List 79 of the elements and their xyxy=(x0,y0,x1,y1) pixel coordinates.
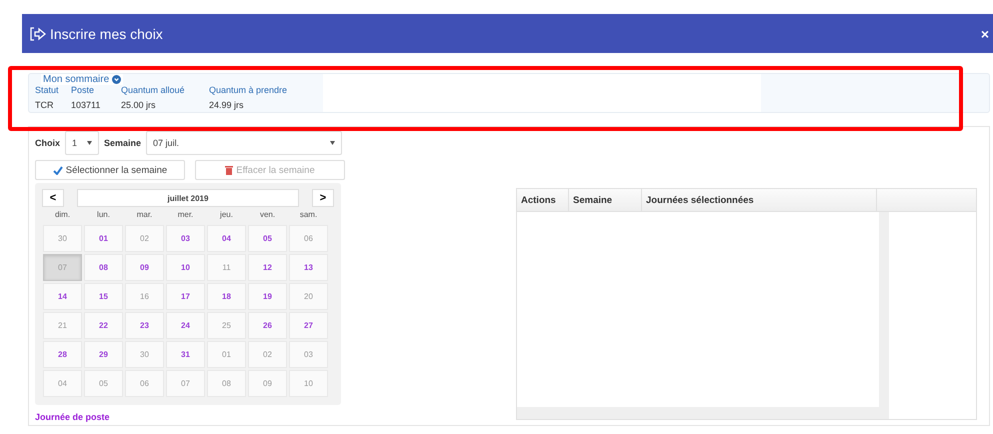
calendar-day[interactable]: 15 xyxy=(84,283,123,310)
calendar-day[interactable]: 28 xyxy=(43,341,82,368)
calendar-day[interactable]: 21 xyxy=(43,312,82,339)
weekday-label: mer. xyxy=(176,210,194,221)
calendar-day[interactable]: 31 xyxy=(166,341,205,368)
calendar-day[interactable]: 29 xyxy=(84,341,123,368)
summary-heading: Quantum à prendre xyxy=(209,85,288,97)
calendar-day[interactable]: 09 xyxy=(125,254,164,281)
calendar-day[interactable]: 13 xyxy=(289,254,328,281)
calendar-day[interactable]: 06 xyxy=(125,370,164,397)
vertical-scrollbar[interactable] xyxy=(879,212,889,419)
summary-value: 103711 xyxy=(71,100,102,112)
calendar-day[interactable]: 08 xyxy=(207,370,246,397)
month-button[interactable]: juillet 2019 xyxy=(77,189,299,207)
calendar-day[interactable]: 01 xyxy=(84,225,123,252)
summary-value: 24.99 jrs xyxy=(209,100,245,112)
calendar-day[interactable]: 27 xyxy=(289,312,328,339)
legend-label: Journée de poste xyxy=(35,412,111,422)
summary-value: 25.00 jrs xyxy=(121,100,157,112)
dialog-title: Inscrire mes choix xyxy=(50,26,164,42)
summary-title: Mon sommaire xyxy=(43,74,110,85)
calendar-day[interactable]: 07 xyxy=(166,370,205,397)
weekday-label: ven. xyxy=(258,210,276,221)
chevron-down-icon[interactable] xyxy=(112,75,122,84)
previous-month-button[interactable]: < xyxy=(42,189,64,207)
calendar-day[interactable]: 01 xyxy=(207,341,246,368)
calendar-day[interactable]: 18 xyxy=(207,283,246,310)
calendar-day[interactable]: 30 xyxy=(43,225,82,252)
calendar-day[interactable]: 04 xyxy=(207,225,246,252)
weekday-label: sam. xyxy=(298,210,318,221)
calendar-day[interactable]: 11 xyxy=(207,254,246,281)
calendar-day[interactable]: 06 xyxy=(289,225,328,252)
calendar-day[interactable]: 05 xyxy=(248,225,287,252)
weekday-label: mar. xyxy=(136,210,154,221)
calendar-day[interactable]: 16 xyxy=(125,283,164,310)
calendar-day[interactable]: 10 xyxy=(289,370,328,397)
select-week-button[interactable]: Sélectionner la semaine xyxy=(35,160,185,180)
weekday-label: jeu. xyxy=(218,210,234,221)
calendar-day[interactable]: 02 xyxy=(125,225,164,252)
calendar-day[interactable]: 02 xyxy=(248,341,287,368)
calendar-day[interactable]: 17 xyxy=(166,283,205,310)
calendar-day[interactable]: 20 xyxy=(289,283,328,310)
calendar-day[interactable]: 05 xyxy=(84,370,123,397)
column-header[interactable]: Semaine xyxy=(569,189,642,211)
calendar-day[interactable]: 25 xyxy=(207,312,246,339)
caret-icon xyxy=(330,141,336,145)
summary-heading: Statut xyxy=(35,85,60,97)
calendar-day[interactable]: 08 xyxy=(84,254,123,281)
week-select[interactable]: 07 juil. xyxy=(146,131,342,155)
sign-in-icon xyxy=(30,26,46,40)
trash-icon xyxy=(225,165,234,175)
week-label: Semaine xyxy=(104,138,142,148)
calendar-day[interactable]: 23 xyxy=(125,312,164,339)
calendar-day[interactable]: 09 xyxy=(248,370,287,397)
weekday-label: dim. xyxy=(54,210,72,221)
calendar-day[interactable]: 03 xyxy=(289,341,328,368)
summary-heading: Quantum alloué xyxy=(121,85,186,97)
summary-value: TCR xyxy=(35,100,54,112)
calendar-day[interactable]: 30 xyxy=(125,341,164,368)
horizontal-scrollbar[interactable] xyxy=(517,407,879,419)
calendar-day[interactable]: 26 xyxy=(248,312,287,339)
calendar-day[interactable]: 03 xyxy=(166,225,205,252)
calendar-day[interactable]: 14 xyxy=(43,283,82,310)
close-button[interactable]: × xyxy=(980,26,989,42)
column-header[interactable]: Actions xyxy=(517,189,569,211)
calendar-day[interactable]: 19 xyxy=(248,283,287,310)
choice-label: Choix xyxy=(35,138,60,148)
weekday-label: lun. xyxy=(96,210,111,221)
column-header[interactable]: Journées sélectionnées xyxy=(642,189,877,211)
caret-icon xyxy=(87,141,92,145)
calendar-day[interactable]: 12 xyxy=(248,254,287,281)
summary-heading: Poste xyxy=(71,85,96,97)
calendar-day[interactable]: 24 xyxy=(166,312,205,339)
calendar-day[interactable]: 10 xyxy=(166,254,205,281)
next-month-button[interactable]: > xyxy=(312,189,334,207)
calendar-day[interactable]: 22 xyxy=(84,312,123,339)
choice-select[interactable]: 1 xyxy=(65,131,100,155)
calendar-day[interactable]: 04 xyxy=(43,370,82,397)
checkmark-icon xyxy=(52,166,63,174)
